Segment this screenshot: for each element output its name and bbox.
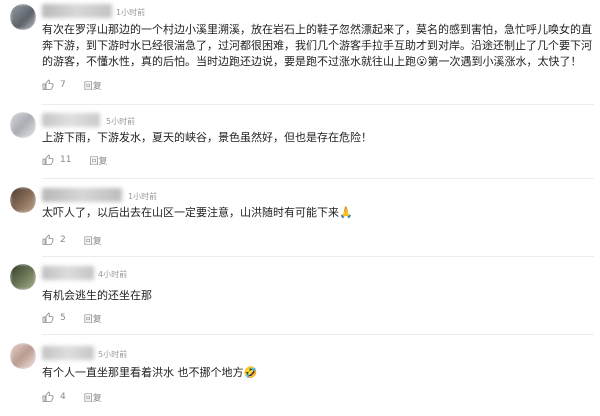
- comment-actions: 5 回复: [42, 311, 102, 325]
- comment-text: 上游下雨，下游发水，夏天的峡谷，景色虽然好，但也是存在危险！: [42, 131, 372, 144]
- comment-time: 5小时前: [98, 350, 128, 359]
- comment-actions: 11 回复: [42, 153, 107, 167]
- avatar[interactable]: [10, 4, 36, 30]
- like-count: 11: [60, 155, 72, 165]
- comment-text: 太吓人了，以后出去在山区一定要注意，山洪随时有可能下来🙏: [42, 206, 353, 219]
- username[interactable]: [42, 4, 112, 18]
- thumbs-up-icon: [42, 234, 54, 245]
- thumbs-up-icon: [42, 312, 54, 323]
- comment-actions: 4 回复: [42, 390, 102, 404]
- username[interactable]: [42, 266, 94, 280]
- comment-time: 5小时前: [106, 117, 136, 126]
- divider: [42, 256, 594, 257]
- comment-text: 有机会逃生的还坐在那: [42, 289, 152, 302]
- reply-button[interactable]: 回复: [89, 154, 107, 167]
- avatar[interactable]: [10, 343, 36, 369]
- comment-actions: 7 回复: [42, 78, 102, 92]
- comment-actions: 2 回复: [42, 233, 102, 247]
- username[interactable]: [42, 188, 122, 202]
- like-count: 4: [60, 392, 66, 402]
- reply-button[interactable]: 回复: [84, 312, 102, 325]
- like-count: 5: [60, 313, 66, 323]
- comment-time: 4小时前: [98, 270, 128, 279]
- like-count: 7: [60, 80, 66, 90]
- username[interactable]: [42, 346, 94, 360]
- like-button[interactable]: 11: [42, 154, 71, 166]
- comment-text: 有次在罗浮山那边的一个村边小溪里溯溪，放在岩石上的鞋子忽然漂起来了，莫名的感到害…: [42, 23, 592, 68]
- reply-button[interactable]: 回复: [84, 391, 102, 404]
- thumbs-up-icon: [42, 79, 54, 90]
- comment-time: 1小时前: [128, 192, 158, 201]
- divider: [42, 178, 594, 179]
- like-button[interactable]: 2: [42, 234, 66, 246]
- like-button[interactable]: 7: [42, 79, 66, 91]
- avatar[interactable]: [10, 112, 36, 138]
- divider: [42, 334, 594, 335]
- reply-button[interactable]: 回复: [84, 79, 102, 92]
- avatar[interactable]: [10, 264, 36, 290]
- divider: [42, 104, 594, 105]
- comment-time: 1小时前: [116, 8, 146, 17]
- thumbs-up-icon: [42, 154, 54, 165]
- reply-button[interactable]: 回复: [84, 234, 102, 247]
- thumbs-up-icon: [42, 391, 54, 402]
- avatar[interactable]: [10, 187, 36, 213]
- comment-text: 有个人一直坐那里看着洪水 也不挪个地方🤣: [42, 366, 258, 379]
- like-count: 2: [60, 235, 66, 245]
- like-button[interactable]: 5: [42, 312, 66, 324]
- like-button[interactable]: 4: [42, 391, 66, 403]
- username[interactable]: [42, 113, 100, 127]
